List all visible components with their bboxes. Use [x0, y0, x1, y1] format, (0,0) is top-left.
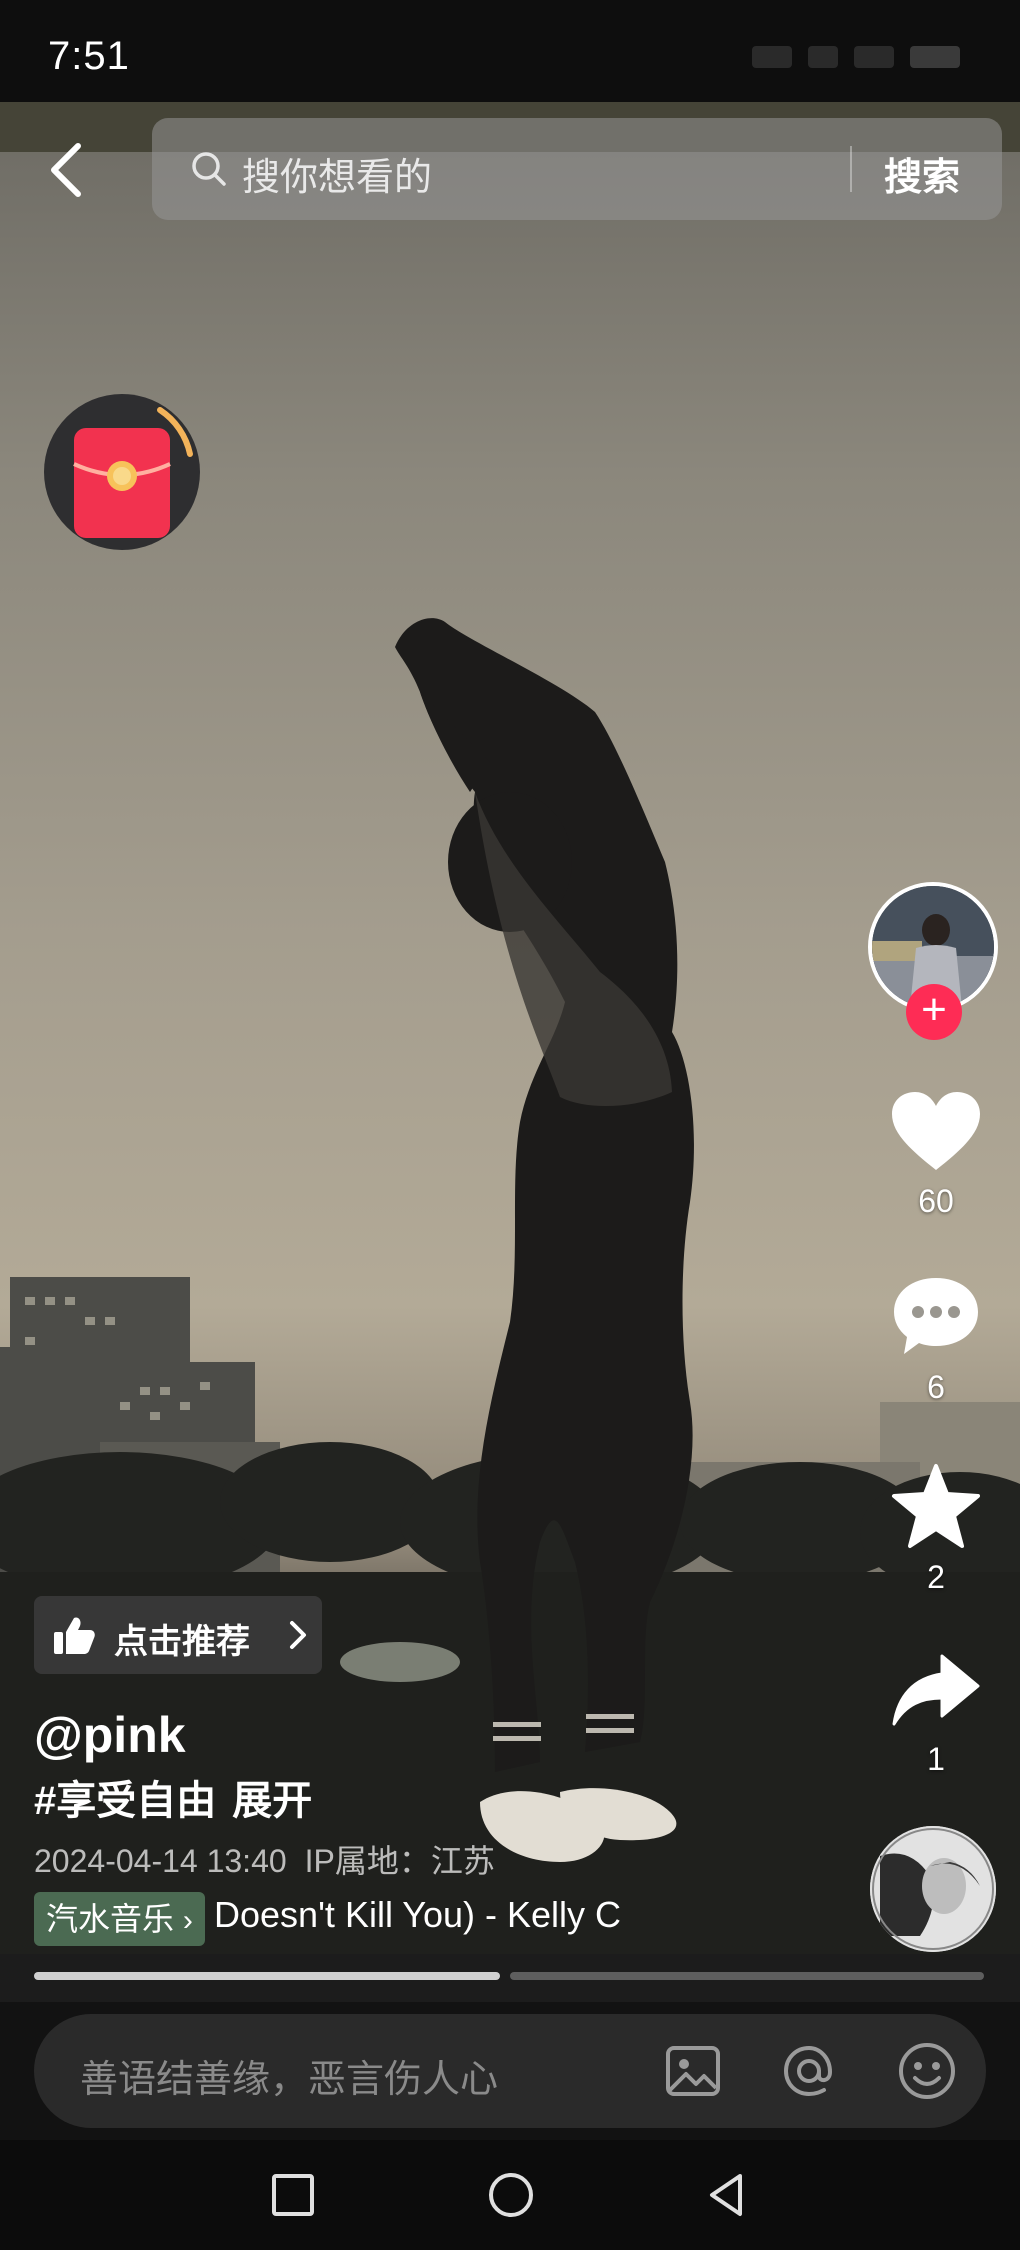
music-chip-label: 汽水音乐 — [46, 1901, 175, 1937]
system-nav-bar — [0, 2140, 1020, 2250]
music-cover-image — [870, 1826, 996, 1952]
caption: #享受自由 展开 — [34, 1768, 312, 1826]
search-input[interactable]: 搜你想看的 — [242, 146, 432, 201]
chevron-left-icon — [51, 143, 81, 197]
search-button[interactable]: 搜索 — [884, 146, 960, 201]
comment-input[interactable]: 善语结善缘，恶言伤人心 — [34, 2014, 986, 2128]
like-button[interactable]: 60 — [876, 1088, 996, 1220]
emoji-icon[interactable] — [896, 2040, 958, 2102]
recents-square-icon[interactable] — [268, 2170, 318, 2220]
red-envelope-widget[interactable] — [44, 394, 200, 550]
share-count: 1 — [927, 1741, 945, 1777]
star-icon — [892, 1464, 980, 1548]
comment-placeholder: 善语结善缘，恶言伤人心 — [80, 2059, 499, 2101]
status-time: 7:51 — [48, 34, 130, 78]
music-chip[interactable]: 汽水音乐 › — [34, 1892, 205, 1946]
like-count: 60 — [918, 1183, 954, 1219]
video-progress[interactable] — [0, 1954, 1020, 2002]
search-icon — [192, 152, 226, 186]
search-divider — [850, 146, 852, 192]
author-name[interactable]: @pink — [34, 1706, 186, 1764]
mention-icon[interactable] — [778, 2040, 840, 2102]
battery-icon — [910, 46, 960, 68]
network-icon — [854, 46, 894, 68]
search-bar[interactable]: 搜你想看的 搜索 — [152, 118, 1002, 220]
music-title: Doesn't Kill You) - Kelly C — [214, 1894, 622, 1935]
favorite-button[interactable]: 2 — [876, 1462, 996, 1596]
thumbs-up-icon — [54, 1617, 95, 1654]
comment-icon — [894, 1278, 978, 1354]
wifi-icon — [808, 46, 838, 68]
back-triangle-icon[interactable] — [702, 2170, 752, 2220]
status-bar: 7:51 — [0, 0, 1020, 102]
share-button[interactable]: 1 — [876, 1652, 996, 1778]
post-datetime: 2024-04-14 13:40 — [34, 1843, 287, 1879]
music-row[interactable]: 汽水音乐 › Doesn't Kill You) - Kelly C — [34, 1890, 634, 1950]
video-scene — [0, 618, 1020, 1954]
hashtag-link[interactable]: #享受自由 — [34, 1779, 216, 1823]
heart-icon — [892, 1092, 980, 1170]
recommend-button[interactable]: 点击推荐 — [34, 1596, 322, 1674]
home-circle-icon[interactable] — [486, 2170, 536, 2220]
favorite-count: 2 — [927, 1559, 945, 1595]
progress-played — [34, 1972, 500, 1980]
back-button[interactable] — [40, 140, 100, 200]
chevron-right-icon: › — [182, 1904, 193, 1937]
progress-remaining — [510, 1972, 984, 1980]
screen: 7:51 搜你想看的 搜索 + 60 6 2 1 点击推荐 @pink #享受自… — [0, 0, 1020, 2250]
red-envelope-icon — [73, 407, 193, 538]
music-disc[interactable] — [870, 1826, 996, 1952]
comment-bar: 善语结善缘，恶言伤人心 — [0, 2002, 1020, 2140]
status-icons — [660, 42, 960, 72]
image-icon[interactable] — [662, 2040, 724, 2102]
post-meta: 2024-04-14 13:40 IP属地：江苏 — [34, 1836, 495, 1882]
ip-location: IP属地：江苏 — [304, 1843, 495, 1879]
follow-button[interactable]: + — [906, 984, 962, 1040]
comment-button[interactable]: 6 — [876, 1274, 996, 1406]
expand-link[interactable]: 展开 — [232, 1779, 312, 1823]
signal-icon — [752, 46, 792, 68]
share-arrow-icon — [892, 1654, 980, 1726]
chevron-right-icon — [290, 1621, 306, 1649]
comment-count: 6 — [927, 1369, 945, 1405]
plus-icon: + — [921, 985, 947, 1034]
recommend-label: 点击推荐 — [114, 1623, 250, 1661]
